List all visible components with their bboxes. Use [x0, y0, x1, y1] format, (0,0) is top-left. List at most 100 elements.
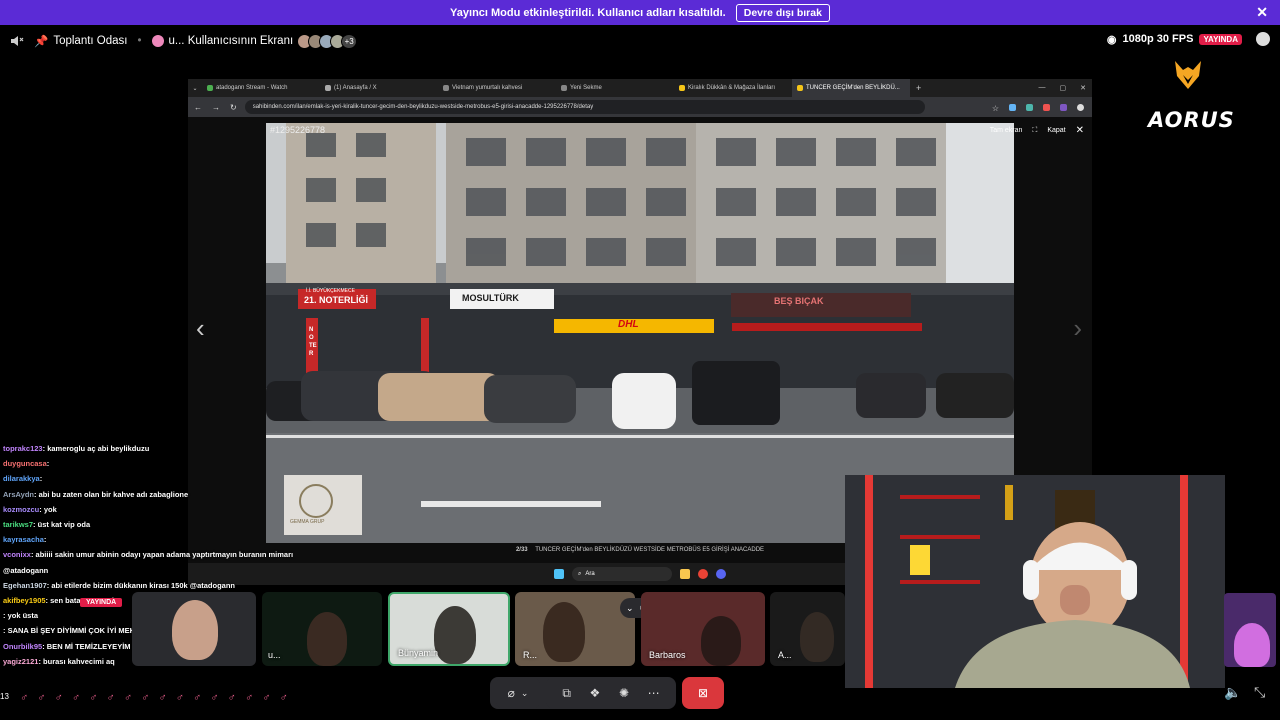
profile-icon[interactable]: [1077, 103, 1084, 111]
chat-username[interactable]: duyguncasa: [3, 459, 47, 468]
extension-icon[interactable]: [1009, 103, 1016, 111]
chat-message: ArsAydn: abi bu zaten olan bir kahve adı…: [3, 487, 303, 502]
bookmark-icon[interactable]: ☆: [992, 104, 999, 113]
back-icon[interactable]: ←: [194, 103, 202, 112]
activities-icon[interactable]: ❖: [590, 686, 601, 700]
quality-icon: ◉: [1106, 33, 1117, 46]
camera-off-icon: ⌀: [507, 686, 515, 700]
volume-icon[interactable]: 🔈: [1224, 684, 1241, 701]
more-viewers-count: +3: [341, 33, 358, 49]
exit-fullscreen-icon[interactable]: ⤡: [1254, 684, 1265, 701]
extension-icon[interactable]: [1043, 103, 1050, 111]
windows-start-icon[interactable]: [554, 569, 564, 579]
participant-video: [307, 612, 347, 666]
viewer-avatars[interactable]: +3: [297, 33, 358, 49]
participant-video: [1234, 623, 1270, 667]
fullscreen-label[interactable]: Tam ekran: [990, 127, 1023, 134]
chat-username[interactable]: akifbey1905: [3, 596, 46, 605]
chat-username[interactable]: ArsAydn: [3, 490, 34, 499]
chat-message: kozmozcu: yok: [3, 502, 303, 517]
participant-tile[interactable]: R...: [515, 592, 635, 666]
disable-streamer-mode-button[interactable]: Devre dışı bırak: [735, 3, 830, 22]
chat-text: :: [39, 474, 43, 484]
soundboard-icon[interactable]: ✺: [619, 686, 629, 700]
participant-tile[interactable]: A...: [770, 592, 845, 666]
screen-owner[interactable]: u... Kullanıcısının Ekranı: [151, 35, 293, 47]
chat-message: duyguncasa:: [3, 456, 303, 471]
photo-counter: 2/33: [515, 547, 528, 553]
next-photo-icon[interactable]: ›: [1073, 313, 1082, 344]
chat-username[interactable]: kayrasacha: [3, 535, 44, 544]
chat-username[interactable]: dilarakkya: [3, 474, 40, 483]
participant-tile[interactable]: u...: [262, 592, 382, 666]
tab-list-icon[interactable]: ⌄: [188, 85, 202, 92]
chat-username[interactable]: Egehan1907: [3, 581, 47, 590]
close-icon[interactable]: ✕: [1076, 125, 1084, 136]
banner-text: Yayıncı Modu etkinleştirildi. Kullanıcı …: [450, 6, 726, 19]
chat-message: dilarakkya:: [3, 471, 303, 486]
share-screen-button[interactable]: ⧉ ❖ ✺ ⋯: [546, 677, 676, 709]
fullscreen-icon[interactable]: ⛶: [1032, 127, 1037, 135]
file-explorer-icon[interactable]: [680, 569, 690, 579]
pin-icon: 📌: [34, 36, 49, 48]
call-header: 📌 Toplantı Odası • u... Kullanıcısının E…: [0, 28, 1280, 54]
chat-username[interactable]: yagiz2121: [3, 657, 38, 666]
participant-name: A...: [778, 650, 792, 660]
chrome-icon[interactable]: [698, 569, 708, 579]
share-screen-icon[interactable]: ⧉: [562, 686, 571, 701]
chat-text: : burası kahvecimi aq: [38, 656, 115, 666]
browser-tab[interactable]: Yeni Sekme: [556, 79, 674, 97]
chat-username[interactable]: toprakc123: [3, 444, 43, 453]
chat-username[interactable]: kozmozcu: [3, 505, 39, 514]
forward-icon[interactable]: →: [212, 103, 220, 112]
extension-icon[interactable]: [1026, 103, 1033, 111]
live-badge: YAYINDA: [80, 598, 123, 607]
nav-buttons: ← → ↻: [194, 103, 237, 112]
tab-favicon: [561, 85, 567, 91]
side-camera-tile[interactable]: [1224, 593, 1276, 667]
participant-video: [434, 606, 476, 664]
channel-name[interactable]: 📌 Toplantı Odası: [34, 34, 127, 48]
reload-icon[interactable]: ↻: [230, 103, 237, 112]
maximize-icon[interactable]: ▢: [1060, 84, 1067, 92]
browser-tab[interactable]: Kiralık Dükkân & Mağaza İlanları: [674, 79, 792, 97]
streamer-webcam: [845, 475, 1225, 688]
browser-tab[interactable]: (1) Anasayfa / X: [320, 79, 438, 97]
address-bar-row: ← → ↻ sahibinden.com/ilan/emlak-is-yeri-…: [188, 97, 1092, 117]
close-window-icon[interactable]: ✕: [1080, 84, 1086, 92]
minimize-icon[interactable]: —: [1039, 84, 1046, 92]
participant-name: u...: [268, 650, 281, 660]
browser-tab-active[interactable]: TUNCER GEÇİM'den BEYLİKDÜ...: [792, 79, 910, 97]
discord-icon[interactable]: [716, 569, 726, 579]
chat-text: :: [46, 459, 50, 469]
more-icon[interactable]: ⋯: [648, 686, 660, 700]
new-tab-icon[interactable]: +: [916, 83, 921, 93]
close-viewer-label[interactable]: Kapat: [1047, 127, 1065, 134]
chat-username[interactable]: tarikws7: [3, 520, 33, 529]
prev-photo-icon[interactable]: ‹: [196, 313, 205, 344]
chat-text: : üst kat vip oda: [33, 520, 91, 530]
participant-tile-active[interactable]: Bünyamin: [388, 592, 510, 666]
sign-noter-vertical: NOTER: [309, 327, 317, 357]
participant-video: [800, 612, 834, 662]
chat-bubble-icon[interactable]: [1256, 32, 1270, 46]
chat-username[interactable]: vconixx: [3, 550, 31, 559]
chat-username[interactable]: Onurbilk95: [3, 642, 42, 651]
camera-toggle-button[interactable]: ⌀ ⌄: [496, 677, 540, 709]
speaker-icon[interactable]: [10, 35, 24, 47]
leave-call-button[interactable]: ⊠: [682, 677, 724, 709]
browser-tab[interactable]: atadogann Stream - Watch: [202, 79, 320, 97]
participant-tile[interactable]: Barbaros: [641, 592, 765, 666]
participant-tile[interactable]: [132, 592, 256, 666]
taskbar-search[interactable]: ⌕ Ara: [572, 567, 672, 581]
extension-icon[interactable]: [1060, 103, 1067, 111]
tab-label: Vietnam yumurtalı kahvesi: [452, 85, 523, 91]
url-field[interactable]: sahibinden.com/ilan/emlak-is-yeri-kirali…: [244, 100, 925, 114]
tab-favicon: [797, 85, 803, 91]
browser-tab[interactable]: Vietnam yumurtalı kahvesi: [438, 79, 556, 97]
chat-message: toprakc123: kameroglu aç abi beylikduzu: [3, 441, 303, 456]
close-icon[interactable]: ✕: [1256, 4, 1268, 21]
participant-name: R...: [523, 650, 538, 660]
tab-label: Kiralık Dükkân & Mağaza İlanları: [688, 85, 776, 91]
call-controls: 🎙 ⌄ ⌀ ⌄ ⧉ ❖ ✺ ⋯ ⊠: [490, 677, 724, 709]
